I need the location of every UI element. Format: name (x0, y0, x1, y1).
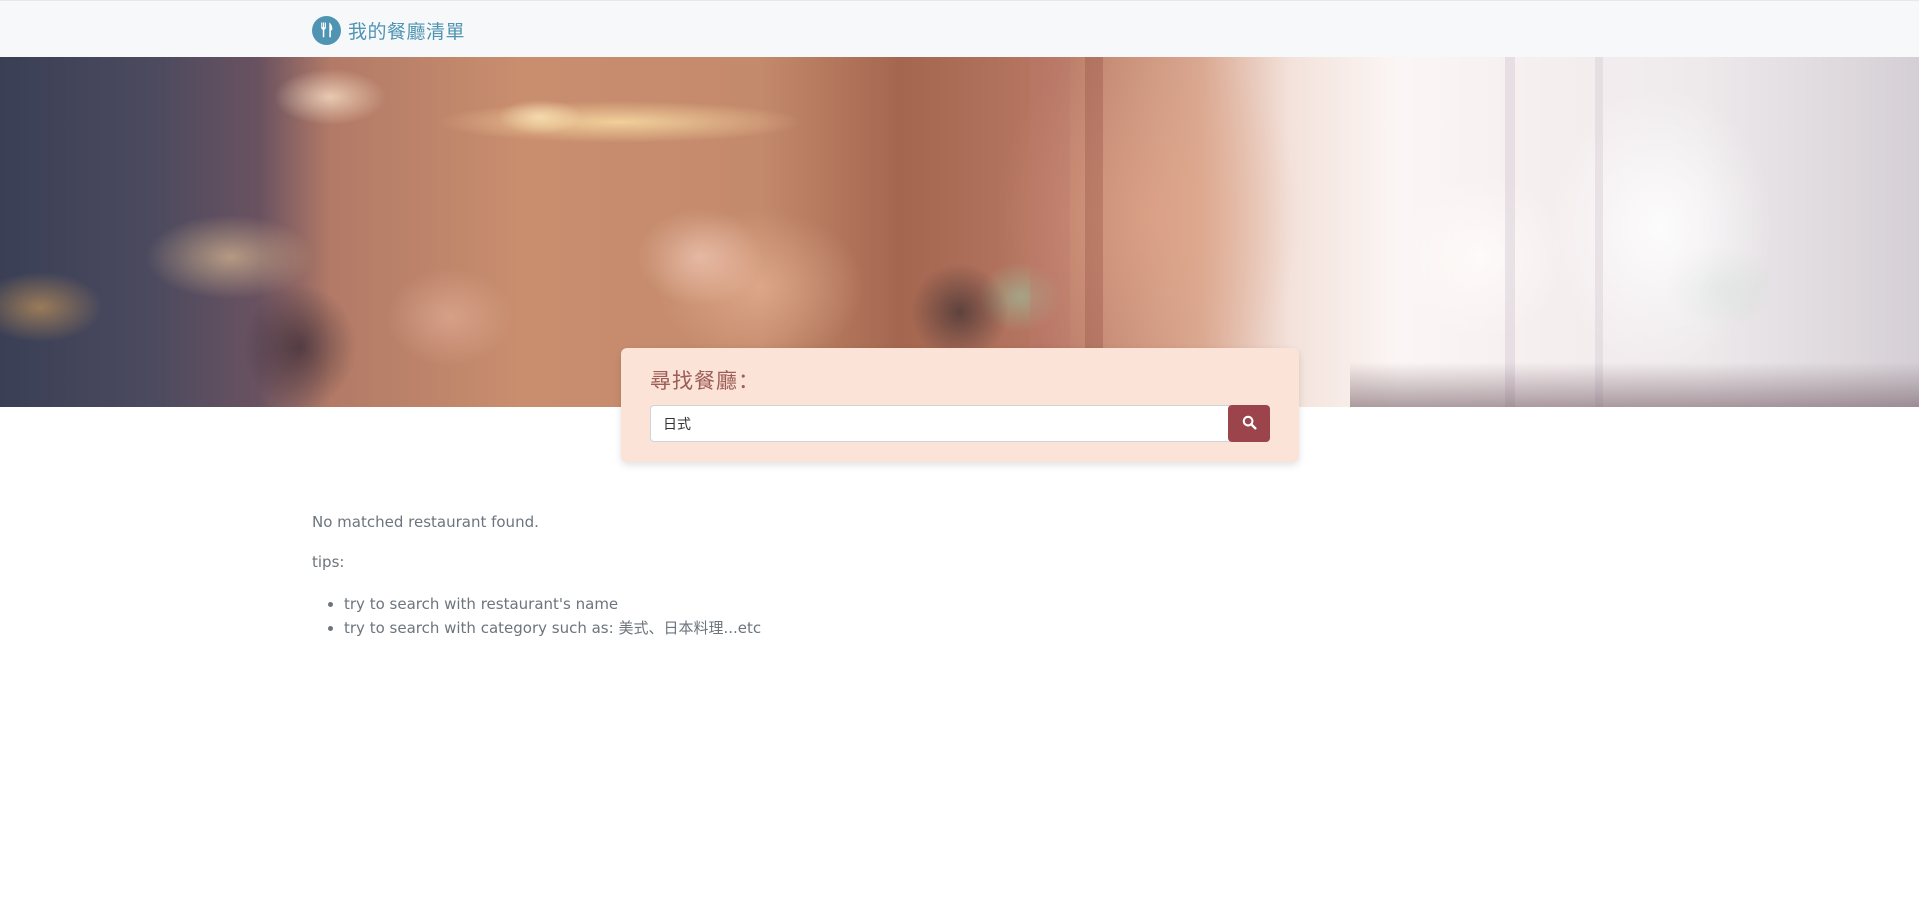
search-input[interactable] (650, 405, 1230, 442)
tips-label: tips: (312, 553, 345, 571)
list-item: try to search with category such as: 美式、… (328, 616, 1312, 640)
navbar: 我的餐廳清單 (0, 0, 1919, 57)
brand-link[interactable]: 我的餐廳清單 (312, 15, 465, 45)
search-button[interactable] (1228, 405, 1270, 442)
list-item: try to search with restaurant's name (328, 592, 1312, 616)
search-panel: 尋找餐廳： (621, 348, 1299, 462)
search-icon (1242, 415, 1257, 433)
search-bar (650, 405, 1270, 442)
no-results-message: No matched restaurant found. (312, 513, 539, 531)
tips-list: try to search with restaurant's name try… (312, 592, 1312, 640)
search-results: No matched restaurant found. tips: try t… (312, 512, 1312, 640)
brand-title: 我的餐廳清單 (348, 20, 466, 43)
search-title: 尋找餐廳： (650, 369, 760, 393)
utensils-icon (312, 15, 341, 45)
